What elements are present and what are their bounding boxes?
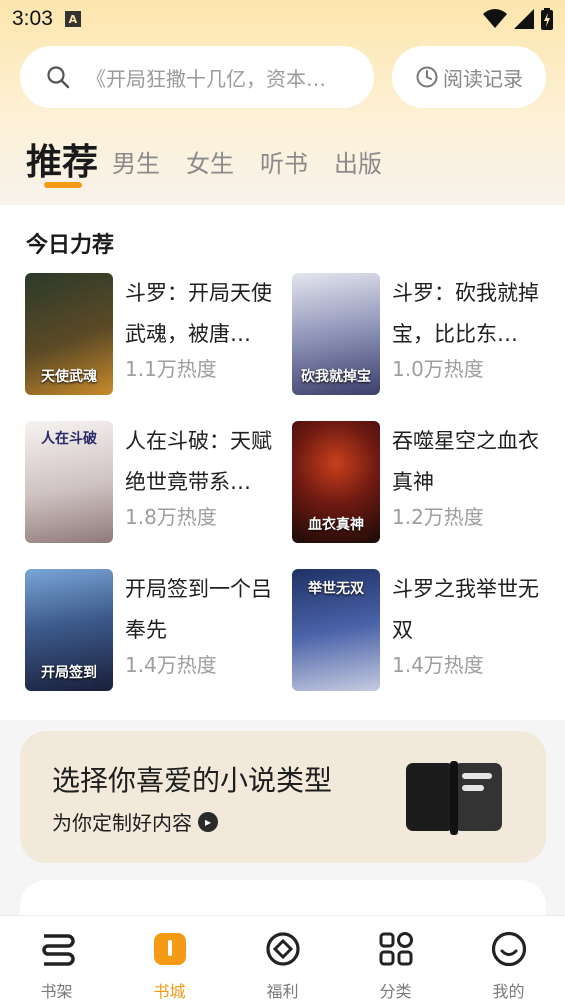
status-icons — [483, 8, 553, 30]
nav-welfare-label: 福利 — [266, 982, 299, 1001]
nav-bookshelf-label: 书架 — [40, 982, 73, 1001]
book-card[interactable]: 天使武魂 斗罗：开局天使武魂，被唐… 1.1万热度 — [25, 273, 285, 397]
search-input[interactable]: 《开局狂撒十几亿，资本… — [86, 63, 346, 92]
book-card[interactable]: 开局签到 开局签到一个吕奉先 1.4万热度 — [25, 569, 285, 693]
status-bar: 3:03 A — [0, 0, 565, 38]
book-heat: 1.1万热度 — [125, 357, 217, 381]
book-title: 人在斗破：天赋绝世竟带系… — [125, 429, 272, 494]
bookstore-icon — [153, 933, 186, 965]
status-indicator-icon: A — [64, 11, 81, 27]
category-tabs: 推荐 男生 女生 听书 出版 — [26, 130, 408, 190]
cover-title: 举世无双 — [308, 581, 364, 597]
book-cover: 人在斗破 — [25, 421, 113, 543]
nav-bookshelf[interactable]: 书架 — [0, 916, 113, 1004]
genre-card-subtitle-text: 为你定制好内容 — [52, 811, 192, 835]
clock-icon — [416, 66, 438, 88]
search-bar[interactable]: 《开局狂撒十几亿，资本… — [20, 46, 374, 108]
book-heat: 1.2万热度 — [392, 505, 484, 529]
book-cover: 砍我就掉宝 — [292, 273, 380, 395]
nav-welfare[interactable]: 福利 — [226, 916, 339, 1004]
bottom-nav: 书架 书城 福利 分类 我的 — [0, 915, 565, 1004]
open-book-icon — [406, 761, 502, 835]
cover-title: 天使武魂 — [41, 369, 97, 385]
tab-audiobook[interactable]: 听书 — [260, 144, 308, 190]
category-icon — [379, 932, 413, 966]
section-title: 今日力荐 — [26, 233, 115, 258]
book-heat: 1.4万热度 — [392, 653, 484, 677]
cover-title: 开局签到 — [41, 665, 97, 681]
book-title: 斗罗：开局天使武魂，被唐… — [125, 281, 272, 346]
book-heat: 1.4万热度 — [125, 653, 217, 677]
reading-history-label: 阅读记录 — [443, 66, 523, 91]
book-title: 斗罗之我举世无双 — [392, 577, 539, 642]
reading-history-button[interactable]: 阅读记录 — [392, 46, 546, 108]
book-heat: 1.0万热度 — [392, 357, 484, 381]
genre-card-title: 选择你喜爱的小说类型 — [52, 764, 333, 797]
book-card[interactable]: 血衣真神 吞噬星空之血衣真神 1.2万热度 — [292, 421, 552, 545]
welfare-icon — [265, 932, 300, 966]
nav-category[interactable]: 分类 — [339, 916, 452, 1004]
arrow-right-icon: ▸ — [198, 811, 218, 832]
nav-profile-label: 我的 — [492, 982, 525, 1001]
cover-title: 血衣真神 — [308, 517, 364, 533]
book-title: 开局签到一个吕奉先 — [125, 577, 272, 642]
status-time: 3:03 — [12, 7, 53, 30]
book-cover: 开局签到 — [25, 569, 113, 691]
profile-icon — [491, 931, 526, 967]
cover-title: 砍我就掉宝 — [301, 369, 371, 385]
book-heat: 1.8万热度 — [125, 505, 217, 529]
genre-card-subtitle[interactable]: 为你定制好内容 ▸ — [52, 807, 218, 836]
bookshelf-icon — [41, 934, 75, 966]
book-card[interactable]: 举世无双 斗罗之我举世无双 1.4万热度 — [292, 569, 552, 693]
nav-bookstore[interactable]: 书城 — [113, 916, 226, 1004]
genre-preference-card[interactable]: 选择你喜爱的小说类型 为你定制好内容 ▸ — [20, 731, 546, 863]
nav-bookstore-label: 书城 — [153, 982, 186, 1001]
wifi-icon — [483, 9, 507, 28]
tab-male[interactable]: 男生 — [112, 144, 160, 190]
search-icon — [47, 66, 70, 89]
book-title: 吞噬星空之血衣真神 — [392, 429, 539, 494]
nav-profile[interactable]: 我的 — [452, 916, 565, 1004]
tab-female[interactable]: 女生 — [186, 144, 234, 190]
battery-icon — [541, 8, 553, 30]
book-cover: 举世无双 — [292, 569, 380, 691]
book-card[interactable]: 砍我就掉宝 斗罗：砍我就掉宝，比比东… 1.0万热度 — [292, 273, 552, 397]
active-tab-indicator — [44, 182, 82, 188]
book-cover: 天使武魂 — [25, 273, 113, 395]
book-title: 斗罗：砍我就掉宝，比比东… — [392, 281, 539, 346]
recommend-panel: 今日力荐 天使武魂 斗罗：开局天使武魂，被唐… 1.1万热度 砍我就掉宝 斗罗：… — [0, 205, 565, 720]
tab-published[interactable]: 出版 — [334, 144, 382, 190]
cover-title: 人在斗破 — [41, 431, 97, 447]
nav-category-label: 分类 — [379, 982, 412, 1001]
book-card[interactable]: 人在斗破 人在斗破：天赋绝世竟带系… 1.8万热度 — [25, 421, 285, 545]
book-cover: 血衣真神 — [292, 421, 380, 543]
signal-icon — [514, 9, 534, 29]
